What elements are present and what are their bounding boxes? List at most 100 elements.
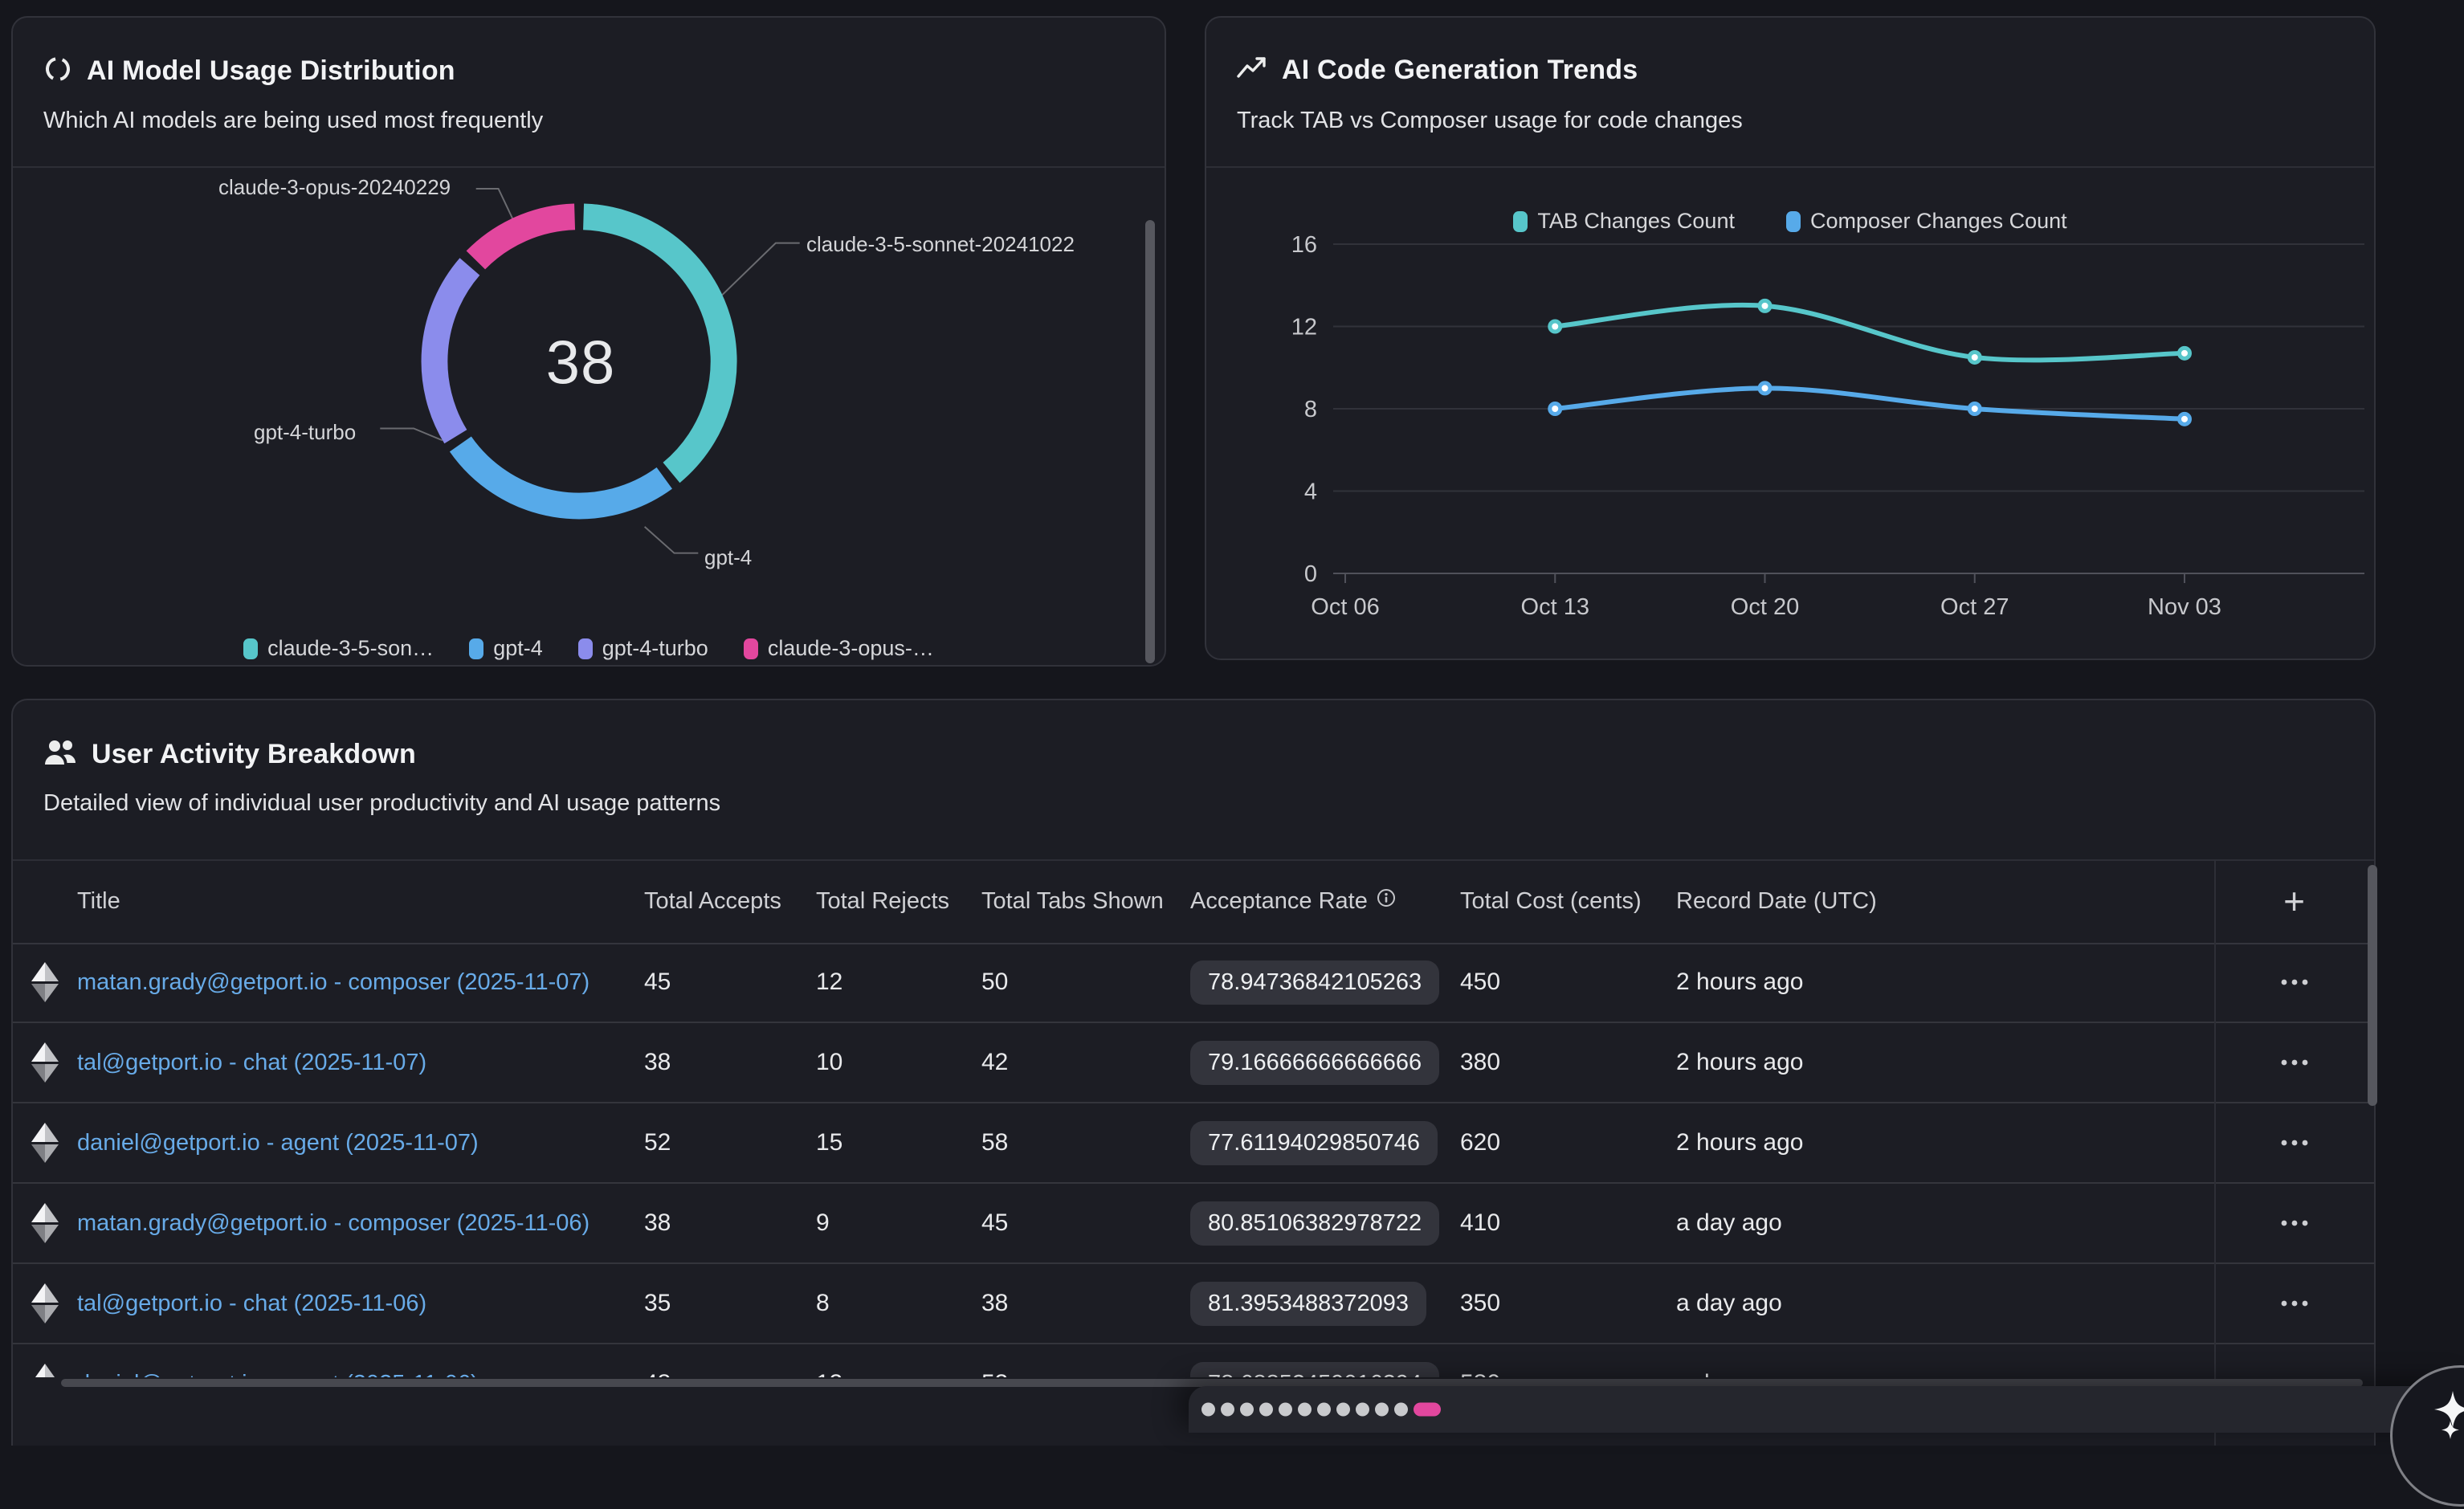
- acceptance-rate-pill: 79.16666666666666: [1190, 1041, 1439, 1085]
- column-header-total-rejects[interactable]: Total Rejects: [816, 888, 981, 915]
- info-icon[interactable]: [1376, 887, 1397, 915]
- cell-total-cost: 620: [1460, 1129, 1676, 1156]
- cell-total-accepts: 38: [644, 1049, 816, 1076]
- line-chart-svg: 0481216Oct 06Oct 13Oct 20Oct 27Nov 03: [1206, 166, 2374, 660]
- legend-swatch: [744, 638, 758, 659]
- cell-total-accepts: 48: [644, 1370, 816, 1377]
- pagination-dots: [1201, 1403, 1441, 1417]
- table-vertical-scrollbar[interactable]: [2368, 865, 2377, 1106]
- pagination-dot[interactable]: [1279, 1403, 1292, 1417]
- svg-text:4: 4: [1304, 479, 1317, 505]
- pagination-dot[interactable]: [1375, 1403, 1389, 1417]
- svg-text:Oct 13: Oct 13: [1521, 594, 1589, 620]
- cell-total-rejects: 8: [816, 1290, 981, 1317]
- entity-gem-icon: [13, 1363, 77, 1377]
- callout-gpt-4: gpt-4: [704, 545, 752, 570]
- cell-total-tabs-shown: 53: [981, 1370, 1190, 1377]
- svg-text:8: 8: [1304, 397, 1317, 422]
- row-actions-button[interactable]: [2271, 1290, 2318, 1318]
- pagination-dot[interactable]: [1336, 1403, 1350, 1417]
- entity-gem-icon: [13, 1042, 77, 1083]
- row-title-link[interactable]: daniel@getport.io - agent (2025-11-07): [77, 1130, 479, 1156]
- pagination-dot[interactable]: [1317, 1403, 1331, 1417]
- column-header-acceptance-rate[interactable]: Acceptance Rate: [1190, 887, 1460, 915]
- row-actions-button[interactable]: [2271, 969, 2318, 997]
- cell-total-tabs-shown: 50: [981, 969, 1190, 996]
- row-actions-button[interactable]: [2271, 1209, 2318, 1238]
- row-actions-button[interactable]: [2271, 1049, 2318, 1077]
- cell-total-tabs-shown: 38: [981, 1290, 1190, 1317]
- row-actions-button[interactable]: [2271, 1129, 2318, 1157]
- cell-total-rejects: 15: [816, 1129, 981, 1156]
- column-header-total-tabs-shown[interactable]: Total Tabs Shown: [981, 888, 1190, 915]
- cell-record-date: a day ago: [1676, 1370, 2214, 1377]
- model-usage-card: AI Model Usage Distribution Which AI mod…: [11, 16, 1166, 667]
- legend-item[interactable]: gpt-4-turbo: [578, 636, 708, 661]
- table-row: tal@getport.io - chat (2025-11-07) 38 10…: [13, 1023, 2374, 1103]
- entity-gem-icon: [13, 1283, 77, 1324]
- pagination-dot[interactable]: [1221, 1403, 1234, 1417]
- table-row: tal@getport.io - chat (2025-11-06) 35 8 …: [13, 1264, 2374, 1344]
- svg-text:Oct 06: Oct 06: [1311, 594, 1379, 620]
- pagination-dot[interactable]: [1201, 1403, 1215, 1417]
- sparkles-icon: [2393, 1368, 2464, 1509]
- cell-record-date: 2 hours ago: [1676, 969, 2214, 996]
- pagination-dot[interactable]: [1298, 1403, 1312, 1417]
- svg-text:16: 16: [1291, 232, 1317, 258]
- acceptance-rate-pill: 81.3953488372093: [1190, 1282, 1426, 1326]
- legend-item[interactable]: claude-3-5-son…: [243, 636, 434, 661]
- cell-total-cost: 350: [1460, 1290, 1676, 1317]
- column-header-record-date[interactable]: Record Date (UTC): [1676, 888, 2214, 915]
- svg-text:0: 0: [1304, 561, 1317, 587]
- legend-item[interactable]: claude-3-opus-…: [744, 636, 934, 661]
- legend-item[interactable]: gpt-4: [469, 636, 543, 661]
- trending-up-icon: [1237, 55, 1267, 86]
- legend-label: gpt-4-turbo: [602, 636, 708, 661]
- legend-label: claude-3-5-son…: [267, 636, 434, 661]
- card-subtitle: Which AI models are being used most freq…: [43, 108, 543, 134]
- pagination-dot[interactable]: [1240, 1403, 1254, 1417]
- cell-total-rejects: 10: [816, 1049, 981, 1076]
- table-row: daniel@getport.io - agent (2025-11-07) 5…: [13, 1103, 2374, 1184]
- column-header-total-cost[interactable]: Total Cost (cents): [1460, 888, 1676, 915]
- table-row: matan.grady@getport.io - composer (2025-…: [13, 943, 2374, 1023]
- card-title: User Activity Breakdown: [92, 739, 416, 770]
- acceptance-rate-pill: 77.61194029850746: [1190, 1121, 1438, 1165]
- entity-gem-icon: [13, 1202, 77, 1244]
- donut-chart-icon: [43, 55, 72, 88]
- cell-total-rejects: 13: [816, 1370, 981, 1377]
- row-title-link[interactable]: matan.grady@getport.io - composer (2025-…: [77, 969, 589, 995]
- column-header-total-accepts[interactable]: Total Accepts: [644, 888, 816, 915]
- pagination-dot[interactable]: [1356, 1403, 1369, 1417]
- cell-total-cost: 580: [1460, 1370, 1676, 1377]
- column-header-title[interactable]: Title: [77, 888, 644, 915]
- table-row: matan.grady@getport.io - composer (2025-…: [13, 1184, 2374, 1264]
- legend-swatch: [578, 638, 593, 659]
- cell-total-accepts: 52: [644, 1129, 816, 1156]
- users-icon: [43, 737, 77, 772]
- table-header: Title Total Accepts Total Rejects Total …: [13, 859, 2374, 944]
- add-column-button[interactable]: +: [2278, 882, 2310, 920]
- entity-gem-icon: [13, 961, 77, 1003]
- pagination-dot-active[interactable]: [1414, 1403, 1441, 1417]
- ai-assistant-button[interactable]: [2390, 1365, 2464, 1507]
- code-trends-card: AI Code Generation Trends Track TAB vs C…: [1205, 16, 2376, 660]
- card-subtitle: Track TAB vs Composer usage for code cha…: [1237, 108, 1743, 134]
- row-title-link[interactable]: tal@getport.io - chat (2025-11-06): [77, 1291, 426, 1316]
- row-title-link[interactable]: daniel@getport.io - agent (2025-11-06): [77, 1371, 479, 1377]
- legend-swatch: [243, 638, 258, 659]
- pagination-dot[interactable]: [1259, 1403, 1273, 1417]
- callout-gpt-4-turbo: gpt-4-turbo: [254, 420, 356, 445]
- cell-total-rejects: 12: [816, 969, 981, 996]
- cell-record-date: a day ago: [1676, 1290, 2214, 1317]
- pagination-dot[interactable]: [1394, 1403, 1408, 1417]
- bottom-pagination-bar: [1189, 1386, 2464, 1433]
- row-title-link[interactable]: matan.grady@getport.io - composer (2025-…: [77, 1210, 589, 1236]
- acceptance-rate-pill: 78.68852459016394: [1190, 1362, 1439, 1378]
- card-scrollbar[interactable]: [1145, 220, 1155, 663]
- row-title-link[interactable]: tal@getport.io - chat (2025-11-07): [77, 1050, 426, 1075]
- legend-label: claude-3-opus-…: [768, 636, 934, 661]
- cell-record-date: 2 hours ago: [1676, 1049, 2214, 1076]
- cell-total-cost: 450: [1460, 969, 1676, 996]
- row-actions-button[interactable]: [2271, 1370, 2318, 1378]
